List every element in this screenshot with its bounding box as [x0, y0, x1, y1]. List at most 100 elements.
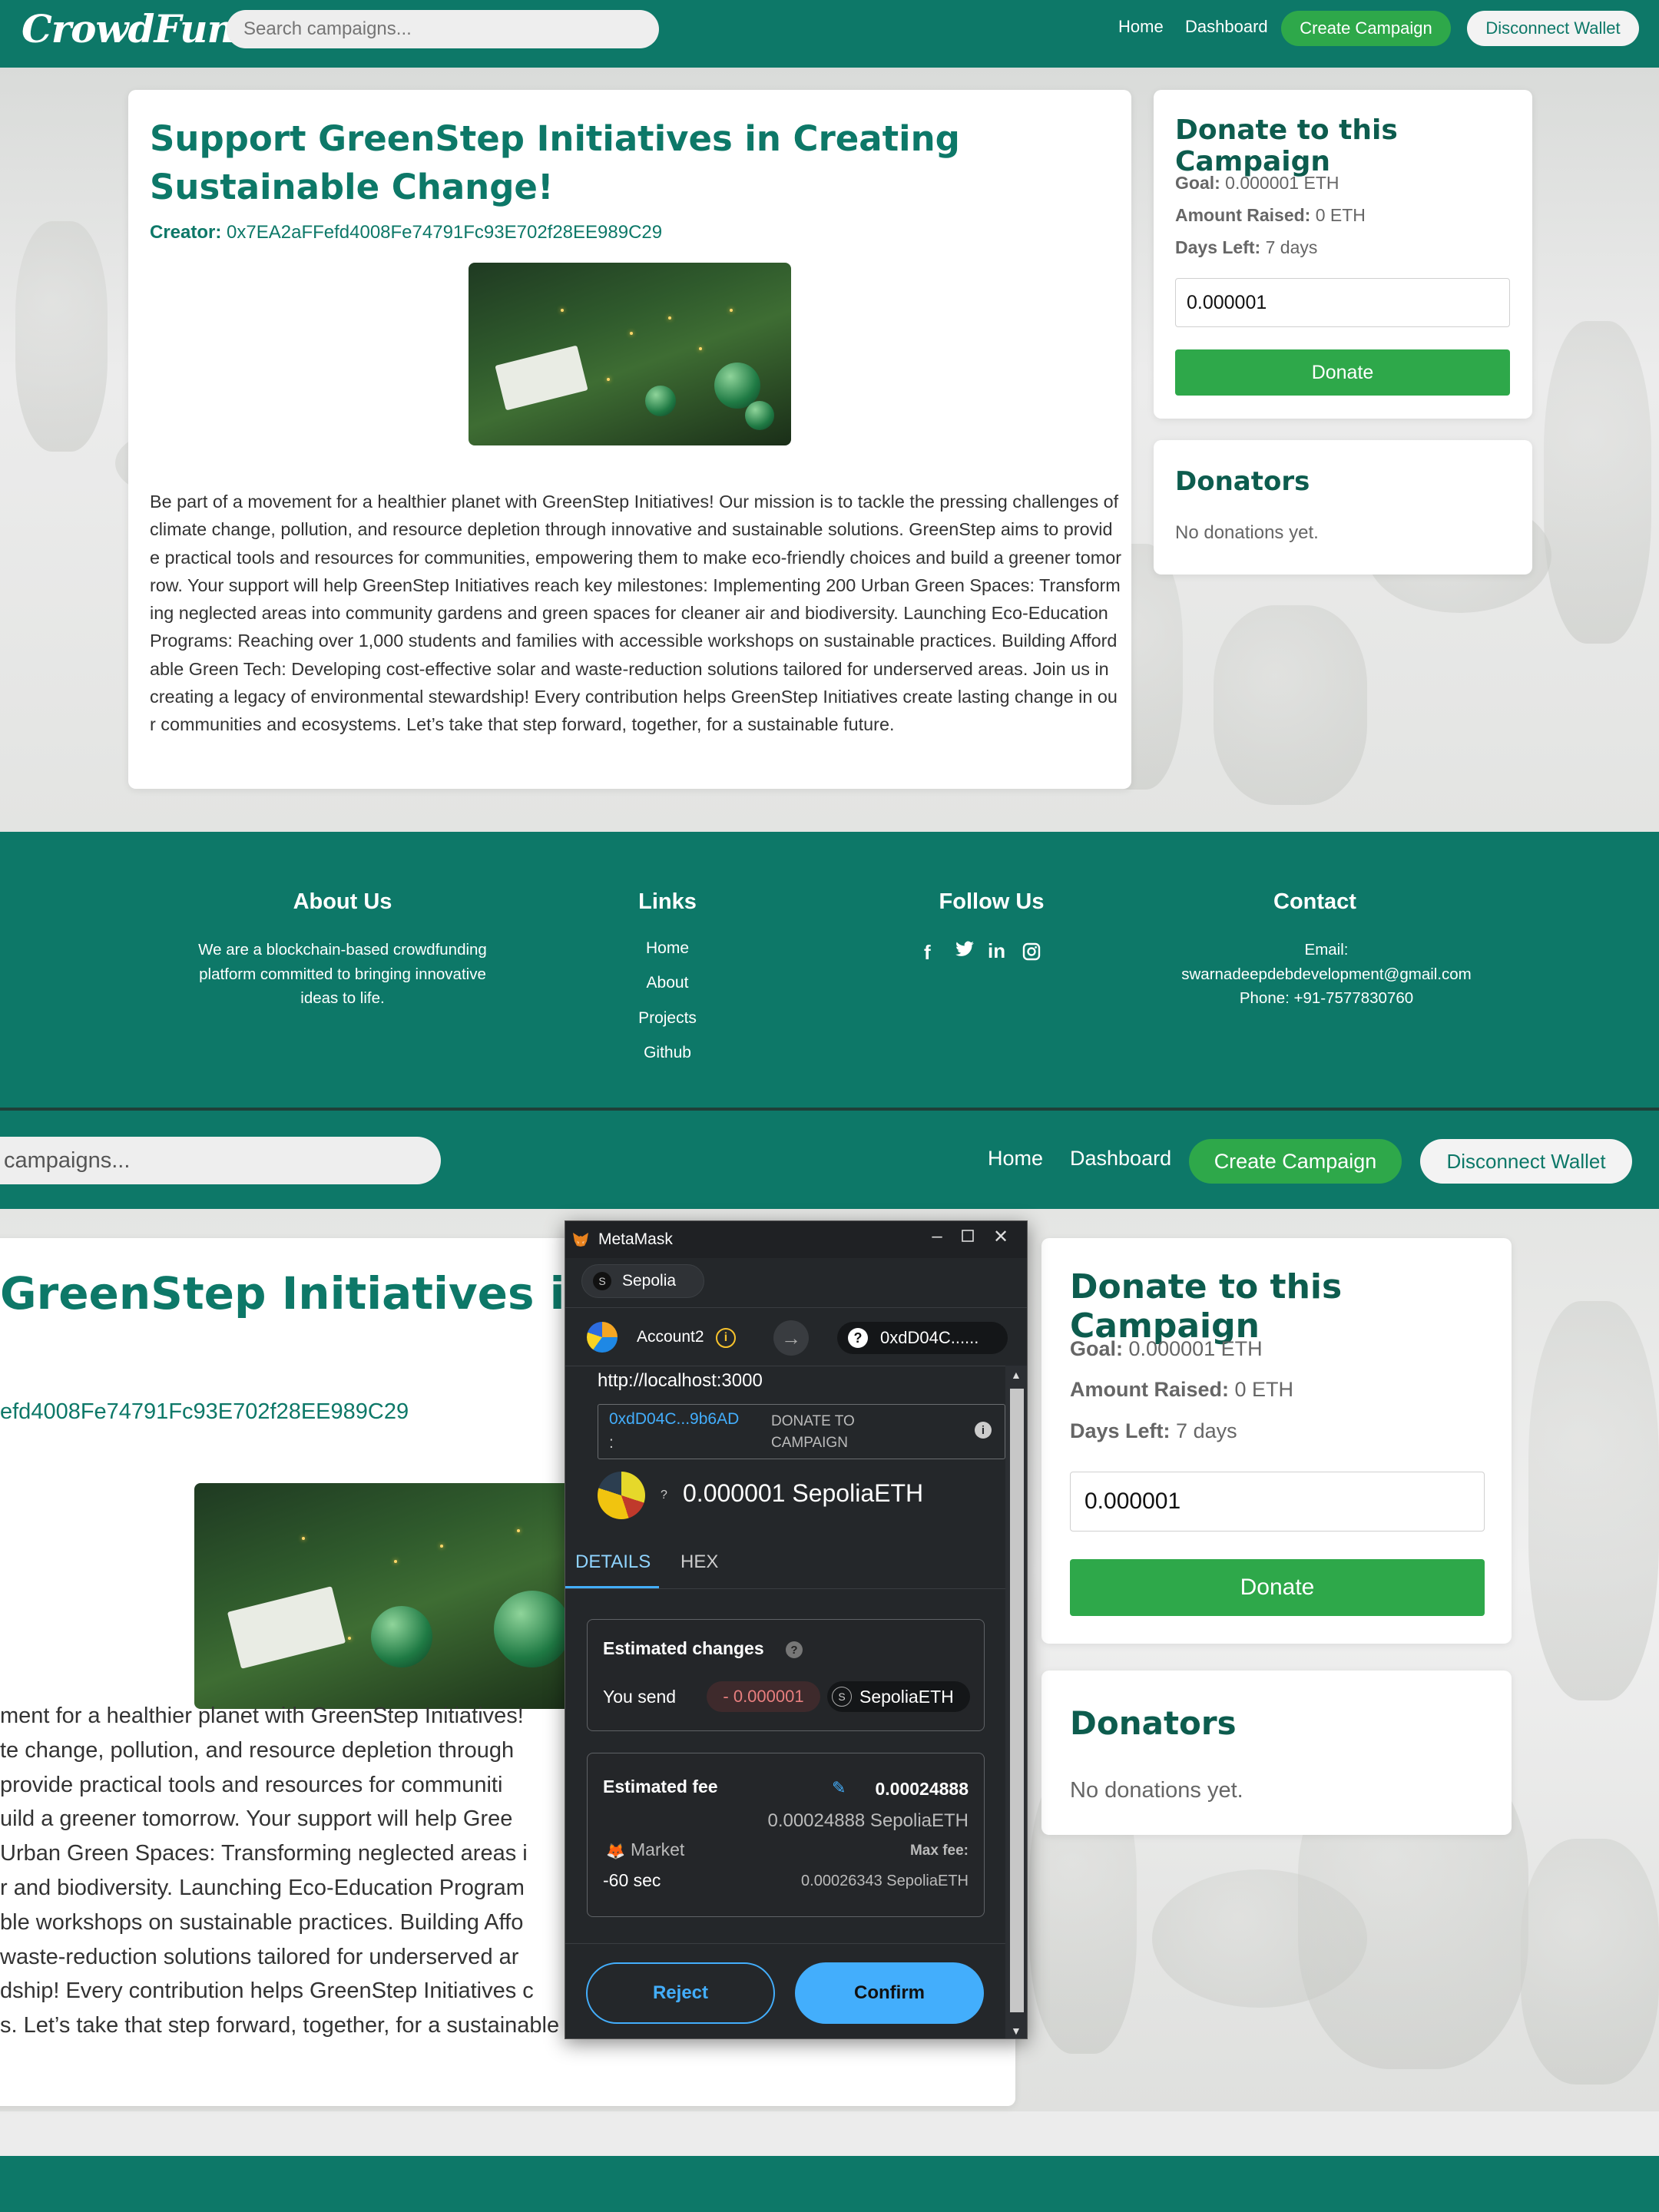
- footer-link-github[interactable]: Github: [644, 1044, 691, 1062]
- campaign-image: [469, 263, 791, 445]
- footer-phone: Phone: +91-7577830760: [1239, 989, 1414, 1007]
- bottom-screen: campaigns... Home Dashboard Create Campa…: [0, 1108, 1659, 2212]
- disconnect-wallet-button[interactable]: Disconnect Wallet: [1467, 11, 1639, 46]
- contract-address[interactable]: 0xdD04C...9b6AD: [609, 1410, 739, 1429]
- method-name: DONATE TO CAMPAIGN: [771, 1413, 855, 1451]
- fee-eth: 0.00024888 SepoliaETH: [767, 1810, 969, 1831]
- navbar: campaigns... Home Dashboard Create Campa…: [0, 1111, 1659, 1209]
- linkedin-icon[interactable]: in: [988, 939, 1005, 963]
- footer-link-home[interactable]: Home: [646, 939, 689, 958]
- campaign-card: Support GreenStep Initiatives in Creatin…: [128, 90, 1131, 789]
- donation-amount-input[interactable]: 0.000001: [1070, 1472, 1485, 1532]
- question-icon: ?: [661, 1488, 667, 1502]
- raised-label: Amount Raised:: [1070, 1378, 1230, 1401]
- donation-amount-input[interactable]: [1175, 278, 1510, 327]
- search-input[interactable]: campaigns...: [0, 1137, 441, 1184]
- you-send-label: You send: [603, 1687, 677, 1707]
- instagram-icon[interactable]: [1022, 942, 1041, 966]
- facebook-icon[interactable]: f: [924, 941, 931, 965]
- footer-follow-title: Follow Us: [939, 889, 1045, 914]
- transaction-amount: 0.000001 SepoliaETH: [683, 1479, 924, 1507]
- network-badge: S: [593, 1272, 611, 1290]
- description-line: ble workshops on sustainable practices. …: [0, 1909, 524, 1935]
- fox-icon: 🦊: [606, 1843, 625, 1860]
- create-campaign-button[interactable]: Create Campaign: [1189, 1139, 1402, 1184]
- recipient-address[interactable]: ? 0xdD04C......: [837, 1322, 1008, 1354]
- footer-contact-text: Email: swarnadeepdebdevelopment@gmail.co…: [1150, 938, 1503, 1011]
- search-input[interactable]: [227, 10, 659, 48]
- token-icon: [598, 1472, 645, 1519]
- scrollbar[interactable]: ▲ ▼: [1005, 1366, 1027, 2038]
- scroll-down-icon[interactable]: ▼: [1011, 2025, 1022, 2037]
- goal-stat: Goal: 0.000001 ETH: [1175, 173, 1339, 194]
- token-badge: S: [832, 1687, 852, 1707]
- max-fee-label: Max fee:: [909, 1843, 969, 1859]
- description-line: dship! Every contribution helps GreenSte…: [0, 1979, 534, 2004]
- donate-button[interactable]: Donate: [1070, 1559, 1485, 1616]
- footer: [0, 2156, 1659, 2212]
- donators-title: Donators: [1070, 1704, 1237, 1742]
- scrollbar-thumb[interactable]: [1010, 1389, 1024, 2012]
- divider: [565, 1307, 1027, 1308]
- footer-email-label: Email:: [1304, 941, 1349, 959]
- scroll-up-icon[interactable]: ▲: [1011, 1369, 1022, 1381]
- nav-home-link[interactable]: Home: [988, 1147, 1043, 1171]
- nav-home-link[interactable]: Home: [1118, 17, 1164, 37]
- info-icon[interactable]: i: [716, 1328, 736, 1348]
- twitter-icon[interactable]: [954, 939, 975, 965]
- logo[interactable]: CrowdFund: [22, 6, 261, 51]
- account-row: Account2 i → ? 0xdD04C......: [565, 1311, 1027, 1365]
- network-selector[interactable]: S Sepolia: [581, 1264, 704, 1298]
- disconnect-wallet-button[interactable]: Disconnect Wallet: [1420, 1139, 1632, 1184]
- send-token-name: SepoliaETH: [859, 1686, 954, 1707]
- footer-link-projects[interactable]: Projects: [638, 1009, 697, 1028]
- info-icon[interactable]: i: [975, 1422, 992, 1439]
- tab-hex[interactable]: HEX: [680, 1551, 718, 1573]
- fee-time: -60 sec: [603, 1870, 661, 1890]
- description-line: waste-reduction solutions tailored for u…: [0, 1944, 519, 1969]
- days-value: 7 days: [1265, 237, 1318, 257]
- goal-value: 0.000001 ETH: [1128, 1337, 1263, 1360]
- metamask-titlebar: MetaMask – ✕: [565, 1221, 1027, 1258]
- network-name: Sepolia: [622, 1272, 677, 1290]
- reject-button[interactable]: Reject: [586, 1962, 775, 2024]
- footer-link-about[interactable]: About: [647, 974, 689, 992]
- description-line: uild a greener tomorrow. Your support wi…: [0, 1806, 513, 1832]
- tab-details[interactable]: DETAILS: [575, 1551, 651, 1573]
- days-stat: Days Left: 7 days: [1070, 1419, 1237, 1443]
- description-line: te change, pollution, and resource deple…: [0, 1737, 515, 1763]
- donators-title: Donators: [1175, 466, 1310, 497]
- raised-stat: Amount Raised: 0 ETH: [1070, 1378, 1293, 1402]
- create-campaign-button[interactable]: Create Campaign: [1281, 11, 1451, 46]
- edit-pencil-icon[interactable]: ✎: [832, 1778, 846, 1798]
- days-stat: Days Left: 7 days: [1175, 237, 1317, 258]
- creator-address: efd4008Fe74791Fc93E702f28EE989C29: [0, 1399, 409, 1424]
- goal-label: Goal:: [1070, 1337, 1124, 1360]
- minimize-icon[interactable]: –: [926, 1226, 949, 1247]
- confirm-button[interactable]: Confirm: [795, 1962, 984, 2024]
- metamask-window-title: MetaMask: [598, 1230, 673, 1248]
- raised-value: 0 ETH: [1234, 1378, 1294, 1401]
- description-line: Urban Green Spaces: Transforming neglect…: [0, 1841, 528, 1866]
- creator-label: Creator:: [150, 222, 222, 243]
- donate-button[interactable]: Donate: [1175, 349, 1510, 396]
- footer-contact-title: Contact: [1273, 889, 1356, 914]
- donators-card: Donators No donations yet.: [1041, 1671, 1512, 1835]
- maximize-icon[interactable]: [956, 1227, 979, 1249]
- donators-card: Donators No donations yet.: [1154, 440, 1532, 575]
- creator-line: Creator: 0x7EA2aFFefd4008Fe74791Fc93E702…: [150, 222, 662, 243]
- account-name[interactable]: Account2: [637, 1328, 704, 1346]
- estimated-fee-title: Estimated fee: [603, 1777, 718, 1796]
- goal-stat: Goal: 0.000001 ETH: [1070, 1337, 1263, 1361]
- no-donations-text: No donations yet.: [1175, 522, 1319, 543]
- nav-dashboard-link[interactable]: Dashboard: [1185, 17, 1268, 37]
- help-icon[interactable]: ?: [786, 1641, 803, 1658]
- raised-stat: Amount Raised: 0 ETH: [1175, 205, 1366, 226]
- send-value: - 0.000001: [707, 1681, 820, 1712]
- close-icon[interactable]: ✕: [989, 1226, 1012, 1248]
- estimated-fee-box: Estimated fee ✎ 0.00024888 0.00024888 Se…: [587, 1753, 985, 1917]
- contract-method-box: 0xdD04C...9b6AD : DONATE TO CAMPAIGN i: [598, 1404, 1005, 1459]
- footer-email[interactable]: swarnadeepdebdevelopment@gmail.com: [1150, 962, 1503, 987]
- fee-value: 0.00024888: [875, 1779, 969, 1799]
- nav-dashboard-link[interactable]: Dashboard: [1070, 1147, 1171, 1171]
